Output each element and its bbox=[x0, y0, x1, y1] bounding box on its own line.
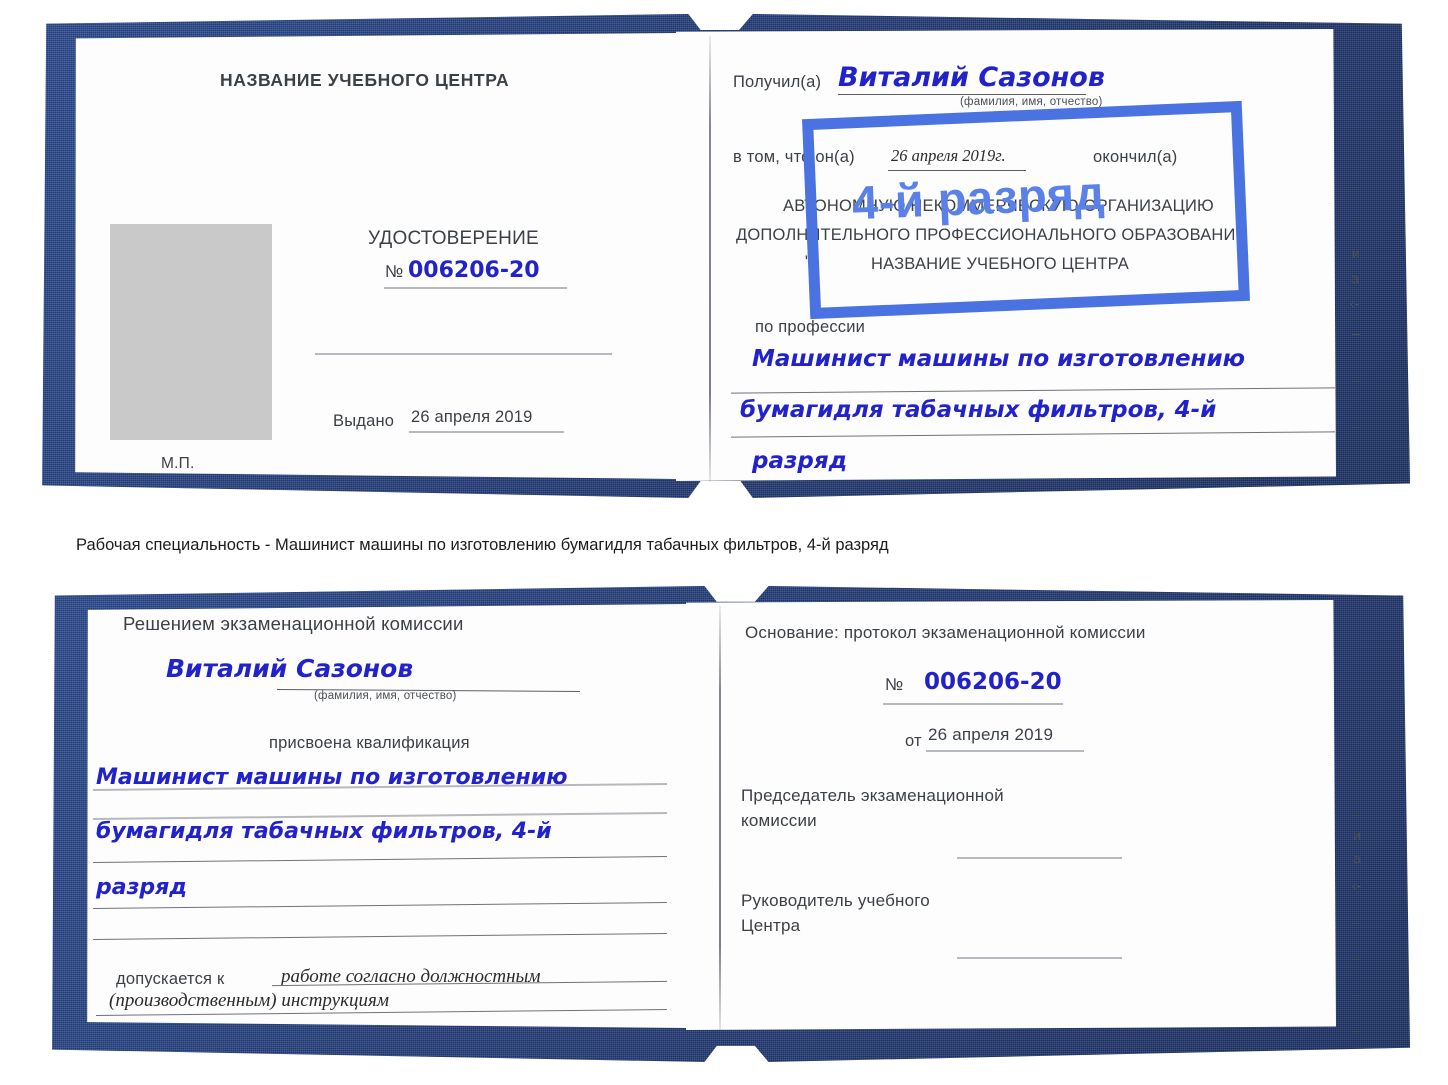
bottom-left-qualification-label: присвоена квалификация bbox=[269, 734, 470, 752]
certificate-scan-page: НАЗВАНИЕ УЧЕБНОГО ЦЕНТРА УДОСТОВЕРЕНИЕ №… bbox=[0, 0, 1448, 1085]
bottom-right-head-sign-rule bbox=[957, 957, 1122, 959]
top-right-profession-line1: Машинист машины по изготовлению bbox=[752, 346, 1245, 372]
top-right-name-rule bbox=[838, 94, 1086, 95]
bottom-right-chairman-line2: комиссии bbox=[741, 811, 817, 830]
top-left-issued-value: 26 апреля 2019 bbox=[411, 408, 533, 426]
top-left-number-value: 006206-20 bbox=[408, 258, 540, 283]
top-right-received-label: Получил(а) bbox=[733, 73, 822, 91]
edge-mark: – bbox=[1353, 914, 1361, 930]
top-left-heading: НАЗВАНИЕ УЧЕБНОГО ЦЕНТРА bbox=[220, 70, 510, 90]
bottom-right-head-line1: Руководитель учебного bbox=[741, 891, 930, 910]
edge-mark: – bbox=[1352, 770, 1360, 786]
top-left-number-rule bbox=[384, 287, 567, 289]
edge-mark: – bbox=[1350, 178, 1358, 194]
edge-mark: – bbox=[1353, 986, 1361, 1002]
top-right-profession-label: по профессии bbox=[755, 318, 866, 336]
bottom-left-qual-line2: бумагидля табачных фильтров, 4-й bbox=[96, 819, 552, 844]
top-left-issued-label: Выдано bbox=[333, 412, 395, 430]
edge-mark: а bbox=[1351, 270, 1359, 286]
edge-mark: – bbox=[1352, 806, 1360, 822]
bottom-left-qual-line3: разряд bbox=[96, 875, 188, 900]
top-right-profession-line3: разряд bbox=[752, 448, 848, 474]
edge-mark: – bbox=[1352, 372, 1360, 388]
top-left-number-label: № bbox=[385, 262, 404, 281]
bottom-left-name-value: Виталий Сазонов bbox=[166, 654, 414, 683]
bottom-left-admitted-label: допускается к bbox=[116, 970, 225, 988]
bottom-right-date-label: от bbox=[905, 732, 922, 750]
bottom-right-date-rule bbox=[926, 750, 1084, 752]
bottom-right-number-rule bbox=[883, 703, 1063, 705]
bottom-right-number-value: 006206-20 bbox=[924, 669, 1062, 695]
top-left-issued-rule bbox=[409, 431, 564, 433]
bottom-right-basis-label: Основание: протокол экзаменационной коми… bbox=[745, 623, 1146, 642]
top-right-received-value: Виталий Сазонов bbox=[838, 62, 1105, 93]
edge-mark: – bbox=[1353, 1022, 1361, 1038]
certificate-top-fold bbox=[709, 36, 711, 482]
edge-mark: – bbox=[1352, 212, 1360, 228]
edge-mark: ‹- bbox=[1350, 295, 1360, 311]
top-left-seal-label: М.П. bbox=[161, 455, 195, 472]
rank-stamp-text: 4-й разряд bbox=[851, 165, 1106, 230]
edge-mark: и bbox=[1352, 245, 1360, 261]
top-right-name-hint: (фамилия, имя, отчество) bbox=[960, 96, 1103, 108]
edge-mark: – bbox=[1352, 418, 1360, 434]
top-left-blank-rule bbox=[315, 353, 612, 355]
bottom-left-admitted-line2: (производственным) инструкциям bbox=[109, 990, 389, 1011]
edge-mark: – bbox=[1350, 78, 1358, 94]
bottom-left-name-hint: (фамилия, имя, отчество) bbox=[314, 690, 457, 702]
edge-mark: а bbox=[1353, 850, 1361, 866]
certificate-bottom-fold bbox=[719, 606, 721, 1030]
bottom-left-heading: Решением экзаменационной комиссии bbox=[123, 613, 464, 634]
bottom-right-chairman-line1: Председатель экзаменационной bbox=[741, 786, 1004, 805]
top-right-profession-line2: бумагидля табачных фильтров, 4-й bbox=[740, 397, 1217, 423]
bottom-right-chairman-sign-rule bbox=[957, 857, 1122, 859]
edge-mark: и bbox=[1353, 827, 1361, 843]
bottom-right-number-label: № bbox=[885, 675, 904, 694]
edge-mark: ‹- bbox=[1352, 877, 1362, 893]
bottom-right-head-line2: Центра bbox=[741, 916, 801, 935]
bottom-right-date-value: 26 апреля 2019 bbox=[928, 725, 1054, 744]
edge-mark: – bbox=[1352, 325, 1360, 341]
top-left-doc-type: УДОСТОВЕРЕНИЕ bbox=[368, 228, 539, 249]
edge-mark: – bbox=[1353, 950, 1361, 966]
photo-placeholder bbox=[110, 224, 272, 440]
page-caption: Рабочая специальность - Машинист машины … bbox=[76, 536, 889, 554]
